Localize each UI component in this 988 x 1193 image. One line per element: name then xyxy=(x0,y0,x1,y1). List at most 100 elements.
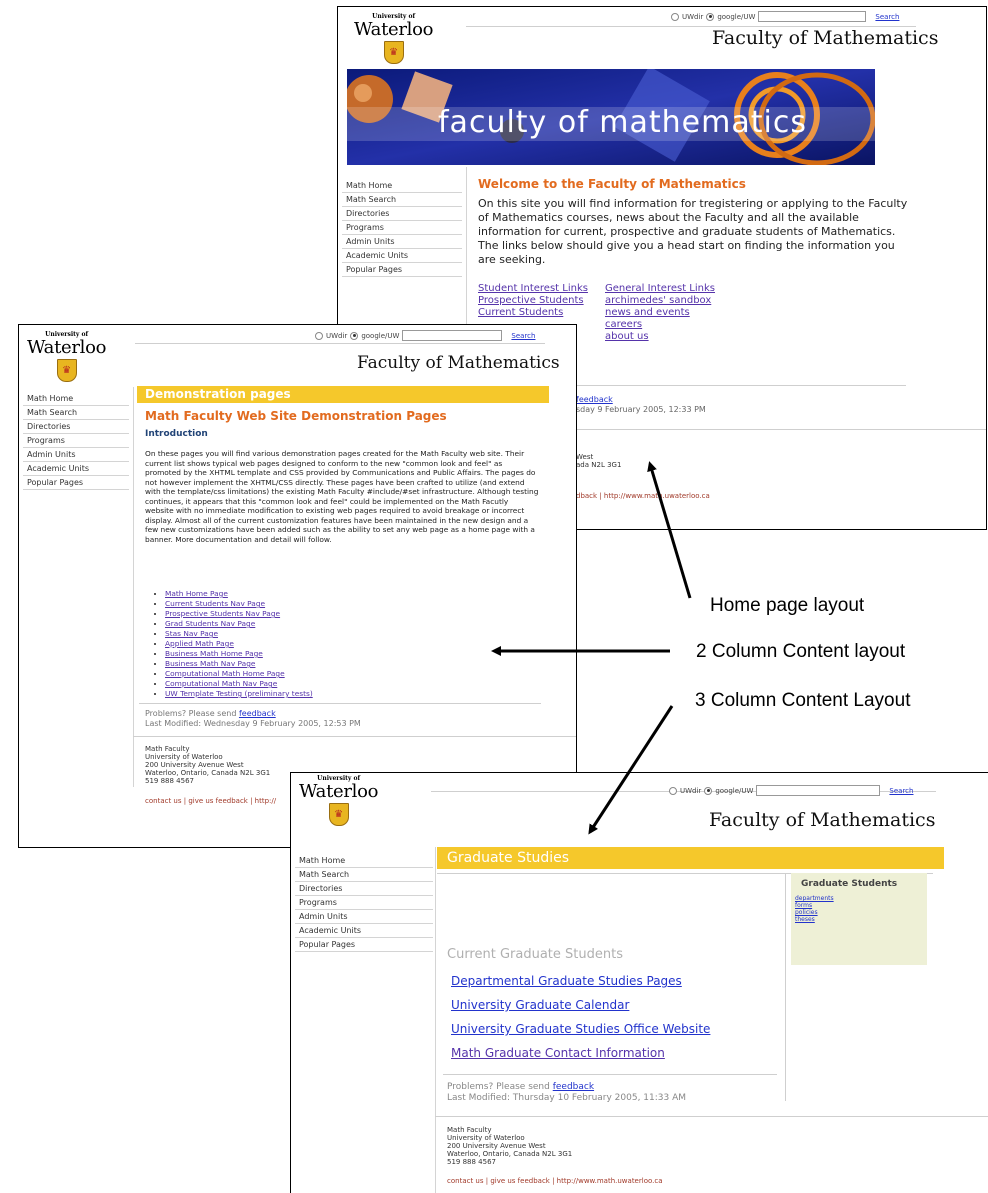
link-math-home-page[interactable]: Math Home Page xyxy=(165,589,228,598)
link-careers[interactable]: careers xyxy=(605,319,715,331)
radio-google[interactable] xyxy=(706,12,715,21)
sidebar-link-forms[interactable]: forms xyxy=(795,902,834,909)
radio-google-label: google/UW xyxy=(715,786,754,795)
nav-programs[interactable]: Programs xyxy=(295,896,433,910)
feedback-link[interactable]: feedback xyxy=(239,709,276,718)
nav-programs[interactable]: Programs xyxy=(342,221,462,235)
radio-uwdir[interactable] xyxy=(669,786,677,795)
home-feedback-link[interactable]: feedback xyxy=(576,395,613,404)
three-col-footer-links[interactable]: contact us | give us feedback | http://w… xyxy=(447,1177,663,1185)
nav-math-home[interactable]: Math Home xyxy=(23,392,129,406)
link-prospective-students-nav[interactable]: Prospective Students Nav Page xyxy=(165,609,280,618)
nav-academic-units[interactable]: Academic Units xyxy=(342,249,462,263)
link-student-interest[interactable]: Student Interest Links xyxy=(478,283,588,295)
waterloo-logo[interactable]: University of Waterloo ♛ xyxy=(27,331,107,382)
link-uw-template-testing[interactable]: UW Template Testing (preliminary tests) xyxy=(165,689,313,698)
link-current-students[interactable]: Current Students xyxy=(478,307,588,319)
link-university-grad-calendar[interactable]: University Graduate Calendar xyxy=(451,993,710,1017)
nav-math-search[interactable]: Math Search xyxy=(342,193,462,207)
two-col-footer-links[interactable]: contact us | give us feedback | http:// xyxy=(145,797,276,805)
search-bar: UWdir google/UW Search xyxy=(315,330,535,341)
feedback-link[interactable]: feedback xyxy=(553,1082,594,1092)
nav-popular-pages[interactable]: Popular Pages xyxy=(23,476,129,490)
link-prospective-students[interactable]: Prospective Students xyxy=(478,295,588,307)
link-computational-math-nav[interactable]: Computational Math Nav Page xyxy=(165,679,277,688)
section-title: Current Graduate Students xyxy=(447,947,623,962)
page-title: Math Faculty Web Site Demonstration Page… xyxy=(145,409,447,423)
nav-admin-units[interactable]: Admin Units xyxy=(342,235,462,249)
home-modified: sday 9 February 2005, 12:33 PM xyxy=(576,405,706,414)
address-line-2: University of Waterloo xyxy=(447,1134,525,1142)
student-links: Student Interest Links Prospective Stude… xyxy=(478,283,588,319)
home-footer: dback | http://www.math.uwaterloo.ca xyxy=(576,492,710,500)
nav-popular-pages[interactable]: Popular Pages xyxy=(295,938,433,952)
nav-math-search[interactable]: Math Search xyxy=(23,406,129,420)
search-input[interactable] xyxy=(402,330,503,341)
right-column-divider xyxy=(785,873,786,1101)
page-subtitle: Introduction xyxy=(145,429,208,439)
home-footer-feedback[interactable]: dback xyxy=(576,492,597,500)
home-footer-url[interactable]: http://www.math.uwaterloo.ca xyxy=(604,492,710,500)
nav-directories[interactable]: Directories xyxy=(342,207,462,221)
radio-google-label: google/UW xyxy=(361,331,400,340)
waterloo-logo[interactable]: University of Waterloo ♛ xyxy=(354,13,434,64)
link-stas-nav[interactable]: Stas Nav Page xyxy=(165,629,218,638)
nav-math-home[interactable]: Math Home xyxy=(342,179,462,193)
link-math-grad-contact[interactable]: Math Graduate Contact Information xyxy=(451,1041,710,1065)
three-col-sidebar-nav: Math Home Math Search Directories Progra… xyxy=(295,854,433,952)
link-grad-studies-office[interactable]: University Graduate Studies Office Websi… xyxy=(451,1017,710,1041)
content-divider xyxy=(435,847,436,1193)
nav-programs[interactable]: Programs xyxy=(23,434,129,448)
search-button[interactable]: Search xyxy=(511,332,535,340)
link-grad-students-nav[interactable]: Grad Students Nav Page xyxy=(165,619,255,628)
home-sidebar-nav: Math Home Math Search Directories Progra… xyxy=(342,179,462,277)
link-current-students-nav[interactable]: Current Students Nav Page xyxy=(165,599,265,608)
radio-google[interactable] xyxy=(704,786,713,795)
link-computational-math-home[interactable]: Computational Math Home Page xyxy=(165,669,285,678)
two-col-rule-2 xyxy=(133,736,576,737)
nav-math-home[interactable]: Math Home xyxy=(295,854,433,868)
last-modified: Last Modified: Wednesday 9 February 2005… xyxy=(145,719,361,728)
nav-popular-pages[interactable]: Popular Pages xyxy=(342,263,462,277)
home-address-line-2: ada N2L 3G1 xyxy=(576,461,622,469)
nav-academic-units[interactable]: Academic Units xyxy=(23,462,129,476)
radio-google[interactable] xyxy=(350,331,359,340)
search-bar: UWdir google/UW Search xyxy=(671,11,899,22)
nav-admin-units[interactable]: Admin Units xyxy=(295,910,433,924)
nav-math-search[interactable]: Math Search xyxy=(295,868,433,882)
logo-name-text: Waterloo xyxy=(354,19,434,40)
link-business-math-home[interactable]: Business Math Home Page xyxy=(165,649,263,658)
link-departmental-grad-studies[interactable]: Departmental Graduate Studies Pages xyxy=(451,969,710,993)
sidebar-link-departments[interactable]: departments xyxy=(795,895,834,902)
section-band: Demonstration pages xyxy=(137,386,549,403)
link-general-interest[interactable]: General Interest Links xyxy=(605,283,715,295)
radio-google-label: google/UW xyxy=(717,12,756,21)
search-input[interactable] xyxy=(756,785,881,796)
caption-home-layout: Home page layout xyxy=(710,595,865,616)
address-line-5: 519 888 4567 xyxy=(447,1158,496,1166)
faculty-title: Faculty of Mathematics xyxy=(712,27,939,49)
three-col-rule-2 xyxy=(435,1116,988,1117)
sidebar-link-theses[interactable]: theses xyxy=(795,916,834,923)
waterloo-logo[interactable]: University of Waterloo ♛ xyxy=(299,775,379,826)
nav-academic-units[interactable]: Academic Units xyxy=(295,924,433,938)
radio-uwdir[interactable] xyxy=(671,12,679,21)
nav-directories[interactable]: Directories xyxy=(23,420,129,434)
list-item: UW Template Testing (preliminary tests) xyxy=(165,689,313,699)
link-applied-math[interactable]: Applied Math Page xyxy=(165,639,234,648)
nav-directories[interactable]: Directories xyxy=(295,882,433,896)
search-input[interactable] xyxy=(758,11,867,22)
two-col-sidebar-nav: Math Home Math Search Directories Progra… xyxy=(23,392,129,490)
link-archimedes-sandbox[interactable]: archimedes' sandbox xyxy=(605,295,715,307)
search-button[interactable]: Search xyxy=(875,13,899,21)
sidebar-link-policies[interactable]: policies xyxy=(795,909,834,916)
caption-three-column-layout: 3 Column Content Layout xyxy=(695,690,911,711)
link-about-us[interactable]: about us xyxy=(605,331,715,343)
search-button[interactable]: Search xyxy=(889,787,913,795)
address-line-3: 200 University Avenue West xyxy=(145,761,244,769)
faculty-title: Faculty of Mathematics xyxy=(709,809,936,831)
link-business-math-nav[interactable]: Business Math Nav Page xyxy=(165,659,255,668)
radio-uwdir[interactable] xyxy=(315,331,323,340)
link-news-events[interactable]: news and events xyxy=(605,307,715,319)
nav-admin-units[interactable]: Admin Units xyxy=(23,448,129,462)
